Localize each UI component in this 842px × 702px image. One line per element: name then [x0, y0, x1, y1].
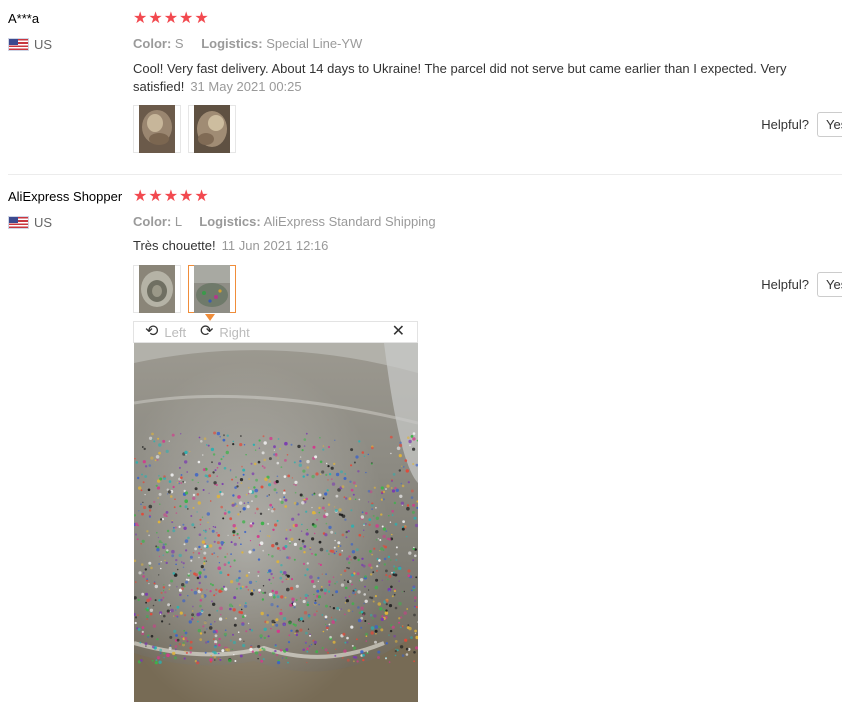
image-viewer-photo [134, 343, 418, 702]
color-value: S [174, 36, 184, 51]
country-label: US [34, 215, 53, 230]
helpful-yes-button[interactable]: Yes [817, 272, 842, 297]
star-icon: ★ [194, 10, 209, 27]
star-icon: ★ [179, 188, 194, 205]
star-icon: ★ [133, 188, 148, 205]
selected-thumbnail-pointer [205, 314, 215, 321]
star-icon: ★ [148, 188, 163, 205]
logistics-value: Special Line-YW [266, 36, 363, 51]
reviewer-name: AliExpress Shopper [8, 189, 123, 204]
rotate-left-label: Left [164, 324, 187, 340]
color-value: L [174, 214, 182, 229]
star-icon: ★ [163, 10, 179, 27]
rotate-right-button[interactable]: ⟳ Right [200, 323, 250, 341]
star-icon: ★ [148, 10, 163, 27]
reviewer-country: US [8, 37, 52, 52]
helpful-label: Helpful? [761, 277, 809, 292]
us-flag-icon [8, 216, 29, 229]
color-label: Color: [133, 36, 172, 51]
helpful-label: Helpful? [761, 117, 809, 132]
helpful-yes-button[interactable]: Yes [817, 112, 842, 137]
review-photo-thumbnail-selected[interactable] [188, 265, 236, 313]
reviewer-country: US [8, 215, 52, 230]
country-label: US [34, 37, 53, 52]
rotate-left-button[interactable]: ⟲ Left [145, 323, 186, 341]
star-rating: ★ ★ ★ ★ ★ [133, 11, 209, 27]
review-photo-thumbnail[interactable] [133, 105, 181, 153]
review-text: Cool! Very fast delivery. About 14 days … [133, 60, 823, 96]
us-flag-icon [8, 38, 29, 51]
order-info: Color: L Logistics: AliExpress Standard … [133, 214, 436, 229]
star-icon: ★ [194, 188, 209, 205]
logistics-label: Logistics: [201, 36, 263, 51]
star-icon: ★ [133, 10, 148, 27]
close-icon[interactable]: ✕ [392, 322, 405, 342]
review-date: 11 Jun 2021 12:16 [221, 238, 329, 253]
review-photo-thumbnail[interactable] [133, 265, 181, 313]
photo-image [139, 265, 175, 313]
review-photo-thumbnail[interactable] [188, 105, 236, 153]
review-date: 31 May 2021 00:25 [190, 79, 302, 94]
logistics-value: AliExpress Standard Shipping [263, 214, 436, 229]
photo-image [194, 105, 230, 153]
rotate-left-icon: ⟲ [145, 323, 159, 340]
image-viewer-toolbar: ⟲ Left ⟳ Right ✕ [133, 321, 418, 343]
star-icon: ★ [163, 188, 179, 205]
star-rating: ★ ★ ★ ★ ★ [133, 189, 209, 205]
review-divider [8, 174, 842, 175]
order-info: Color: S Logistics: Special Line-YW [133, 36, 362, 51]
photo-image [194, 265, 230, 313]
photo-image [139, 105, 175, 153]
rotate-right-icon: ⟳ [200, 323, 214, 340]
review-text: Très chouette! 11 Jun 2021 12:16 [133, 237, 823, 255]
star-icon: ★ [179, 10, 194, 27]
rotate-right-label: Right [219, 324, 250, 340]
helpful-vote: Helpful? Yes [761, 272, 842, 297]
review-body: Très chouette! [133, 238, 216, 253]
helpful-vote: Helpful? Yes [761, 112, 842, 137]
logistics-label: Logistics: [199, 214, 261, 229]
reviewer-name: A***a [8, 11, 40, 26]
enlarged-review-photo [134, 343, 418, 702]
color-label: Color: [133, 214, 172, 229]
